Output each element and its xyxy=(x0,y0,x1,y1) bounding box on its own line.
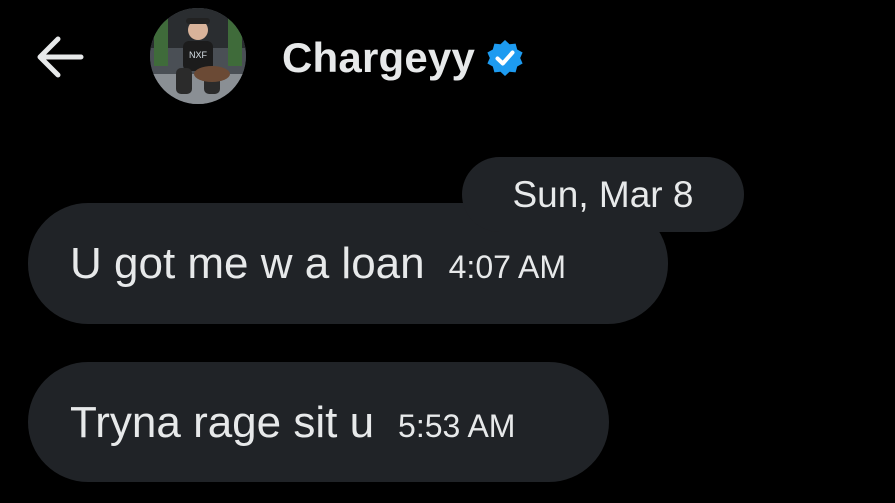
display-name: Chargeyy xyxy=(282,34,476,81)
conversation-header[interactable]: Chargeyy xyxy=(282,30,525,86)
message-timestamp: 4:07 AM xyxy=(448,249,567,285)
arrow-left-icon xyxy=(37,36,84,78)
date-separator: Sun, Mar 8 xyxy=(462,157,744,232)
message-timestamp: 5:53 AM xyxy=(398,408,516,444)
back-button[interactable] xyxy=(32,33,86,81)
message-text: U got me w a loan xyxy=(70,239,425,288)
verified-badge-icon xyxy=(487,40,523,76)
svg-text:NXF: NXF xyxy=(189,50,208,60)
message-text: Tryna rage sit u xyxy=(70,398,375,447)
avatar-photo: NXF xyxy=(150,8,246,104)
avatar[interactable]: NXF xyxy=(150,8,246,104)
dm-conversation-screen: NXF Chargeyy Sun, Mar 8 U got me w a loa… xyxy=(0,0,895,503)
message-bubble[interactable]: Tryna rage sit u 5:53 AM xyxy=(28,362,609,482)
